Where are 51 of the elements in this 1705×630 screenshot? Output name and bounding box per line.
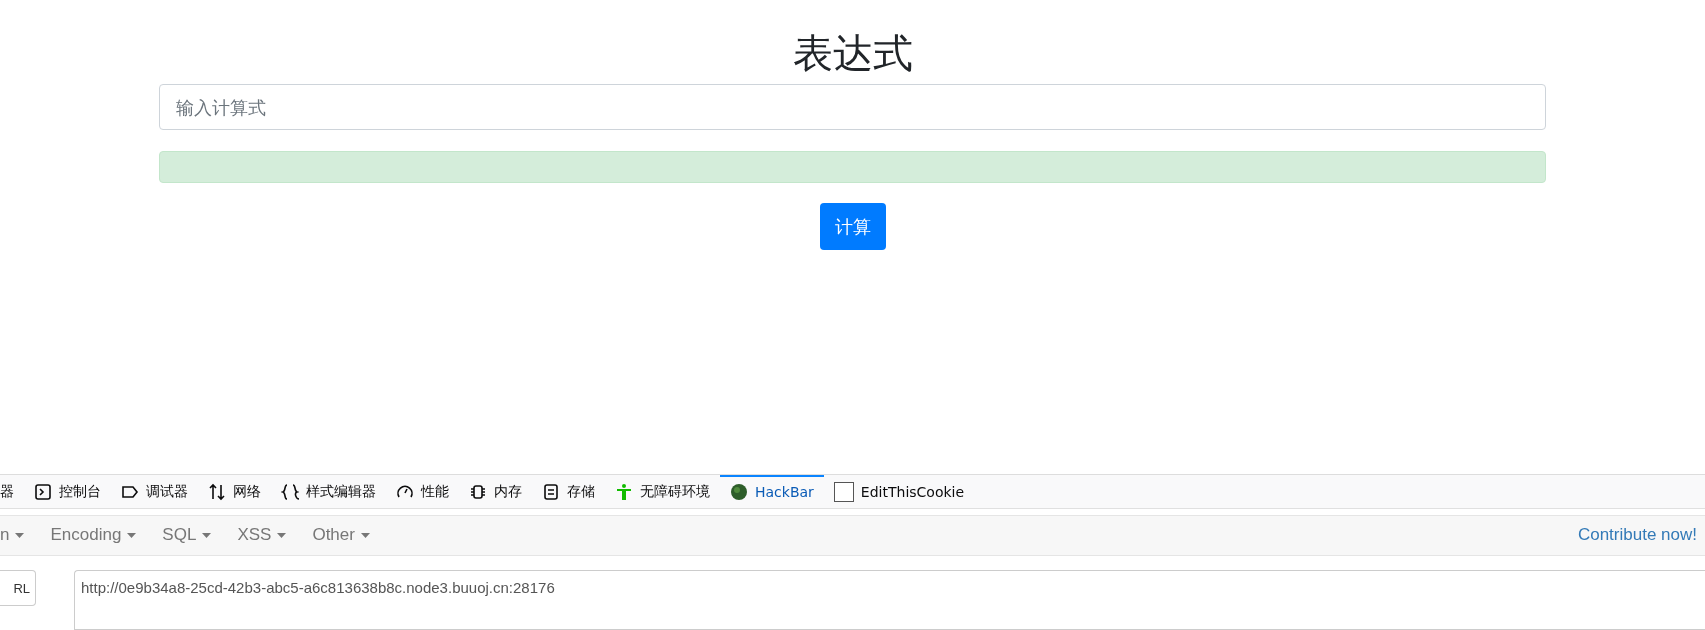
devtools-tab[interactable]: 存储 [532, 474, 605, 508]
menu-dropdown[interactable]: XSS [237, 525, 287, 546]
tab-label: EditThisCookie [860, 484, 965, 501]
sphere-icon [730, 483, 748, 502]
devtools-tab[interactable]: 网络 [198, 474, 271, 508]
tab-label: 样式编辑器 [306, 483, 376, 502]
devtools-tab[interactable]: 器 [0, 474, 24, 508]
chip-icon [469, 483, 487, 502]
menu-label: n [0, 525, 10, 546]
document-icon [542, 483, 560, 502]
menu-dropdown[interactable]: SQL [162, 525, 212, 546]
caret-icon [15, 532, 25, 538]
caret-icon [277, 532, 287, 538]
checkbox-icon [833, 482, 854, 503]
devtools-tab[interactable]: 无障碍环境 [605, 474, 720, 508]
tab-label: HackBar [755, 484, 814, 501]
devtools-tab[interactable]: 控制台 [24, 474, 111, 508]
menu-label: Other [312, 525, 355, 546]
devtools-tab[interactable]: 内存 [459, 474, 532, 508]
contribute-link[interactable]: Contribute now! [1577, 525, 1697, 546]
caret-icon [202, 532, 212, 538]
devtools-tab[interactable]: HackBar [720, 474, 824, 508]
url-button[interactable]: RL [0, 570, 36, 606]
devtools-tab[interactable]: 性能 [386, 474, 459, 508]
tab-label: 存储 [567, 483, 595, 502]
page-title: 表达式 [792, 29, 913, 78]
menu-label: Encoding [50, 525, 122, 546]
devtools-tab[interactable]: 调试器 [111, 474, 198, 508]
menu-dropdown[interactable]: n [0, 525, 25, 546]
devtools-tab[interactable]: EditThisCookie [823, 474, 975, 508]
braces-icon [281, 483, 299, 502]
devtools-tab[interactable]: 样式编辑器 [271, 474, 386, 508]
tab-label: 器 [0, 483, 14, 502]
up-down-arrows-icon [208, 483, 226, 502]
menu-dropdown[interactable]: Other [312, 525, 370, 546]
caret-icon [360, 532, 370, 538]
tab-label: 控制台 [59, 483, 101, 502]
tab-label: 性能 [421, 483, 449, 502]
console-icon [34, 483, 52, 502]
menu-label: SQL [162, 525, 197, 546]
tab-label: 内存 [494, 483, 522, 502]
menu-dropdown[interactable]: Encoding [50, 525, 137, 546]
calculate-button[interactable]: 计算 [819, 203, 886, 250]
tab-label: 网络 [233, 483, 261, 502]
person-icon [615, 483, 633, 502]
tab-label: 调试器 [146, 483, 188, 502]
tab-label: 无障碍环境 [640, 483, 710, 502]
caret-icon [127, 532, 137, 538]
url-field[interactable]: http://0e9b34a8-25cd-42b3-abc5-a6c813638b8c.node3.buuoj.cn:28176 [74, 570, 1705, 630]
menu-label: XSS [237, 525, 272, 546]
expression-input-field[interactable]: 输入计算式 [159, 84, 1546, 130]
